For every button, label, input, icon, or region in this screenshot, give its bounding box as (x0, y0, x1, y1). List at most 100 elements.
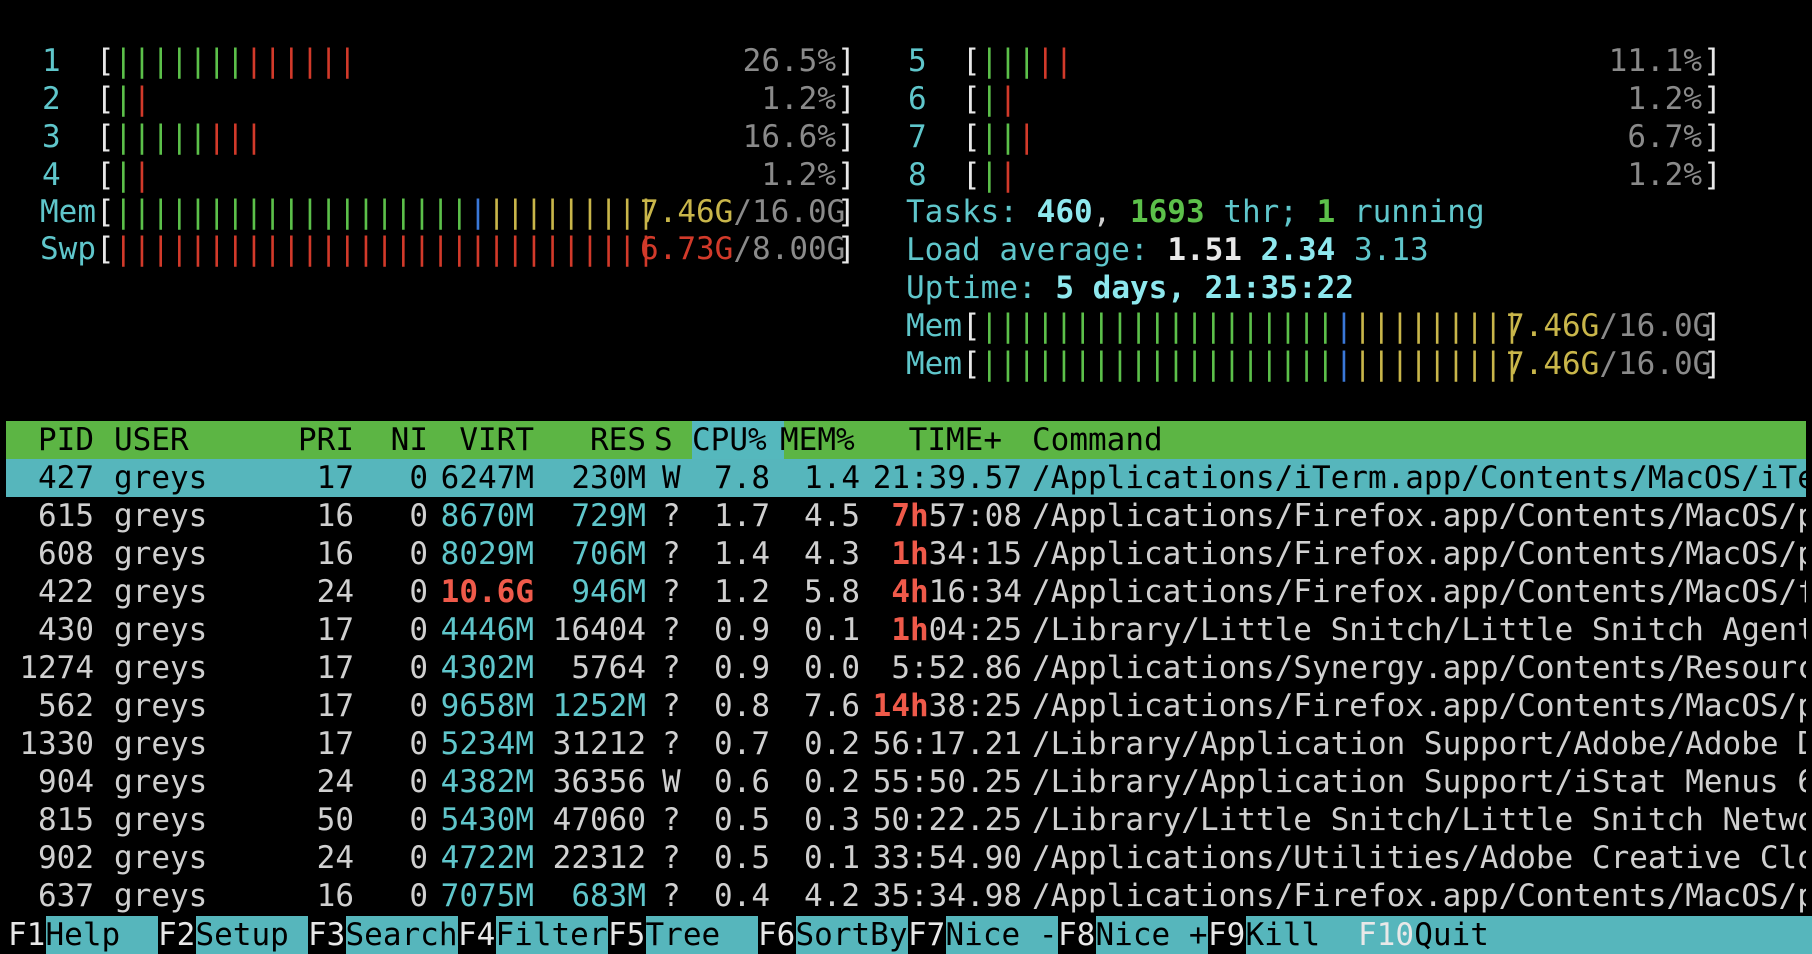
pri-cell: 17 (316, 460, 354, 496)
fkey-f6-label[interactable]: SortBy (795, 916, 908, 954)
cpu-bar: |||||||| (114, 119, 264, 155)
cpu-meter-7: 7[||| 6.7%] (908, 119, 1722, 155)
header-res[interactable]: RES (536, 421, 646, 459)
table-row[interactable]: 1274 greys 17 0 4302M 5764? 0.9 0.0 5:52.86/Appl… (6, 649, 1806, 687)
header-cpu[interactable]: CPU% (692, 421, 767, 459)
table-row[interactable]: 902 greys 24 0 4722M 22312? 0.5 0.1 33:54.90/App… (6, 839, 1806, 877)
command-cell: /Applications/Firefox.app/Contents/MacOS… (1032, 498, 1806, 534)
pid-cell: 637 (38, 878, 94, 914)
fkey-f3[interactable]: F3 (308, 916, 345, 954)
time-cell: 35:34.98 (872, 878, 1022, 914)
pid-cell: 1330 (19, 726, 94, 762)
fkey-f4-label[interactable]: Filter (495, 916, 608, 954)
memory-meter-right-2: Mem [ ||||||||||||||||||||||||||||| 7.46… (906, 346, 1722, 382)
mem-cell: 0.0 (804, 650, 860, 686)
table-row[interactable]: 637 greys 16 0 7075M 683M? 0.4 4.2 35:34.98/Appl… (6, 877, 1806, 915)
user-cell: greys (114, 498, 208, 534)
cpu-number: 1 (42, 43, 61, 79)
cpu-meter-1: 1[||||||||||||| 26.5%] (42, 43, 856, 79)
header-virt[interactable]: VIRT (436, 421, 534, 459)
time-cell: 1h04:25 (891, 612, 1022, 648)
pid-cell: 815 (38, 802, 94, 838)
table-row[interactable]: 422 greys 24 0 10.6G 946M? 1.2 5.8 4h16:34/Appli… (6, 573, 1806, 611)
fkey-f5-label[interactable]: Tree (645, 916, 758, 954)
fkey-f9[interactable]: F9 (1208, 916, 1245, 954)
virt-cell: 7075M (440, 878, 534, 914)
table-row[interactable]: 615 greys 16 0 8670M 729M? 1.7 4.5 7h57:08/Appli… (6, 497, 1806, 535)
cpu-value: 16.6% (742, 119, 836, 155)
virt-cell: 4446M (440, 612, 534, 648)
fkey-f2[interactable]: F2 (158, 916, 195, 954)
table-row-selected[interactable]: 427 greys 17 0 6247M 230M W 7.8 1.4 21:39.57/Appl… (6, 459, 1806, 497)
table-row[interactable]: 904 greys 24 0 4382M 36356 W 0.6 0.2 55:50.25/Lib… (6, 763, 1806, 801)
res-cell: 22312 (552, 840, 646, 876)
header-mem[interactable]: MEM% (780, 421, 855, 459)
table-row[interactable]: 815 greys 50 0 5430M 47060? 0.5 0.3 50:22.25/Lib… (6, 801, 1806, 839)
pid-cell: 902 (38, 840, 94, 876)
command-cell: /Applications/Synergy.app/Contents/Resou… (1032, 650, 1806, 686)
table-row[interactable]: 562 greys 17 0 9658M 1252M? 0.8 7.6 14h38:25/App… (6, 687, 1806, 725)
mem-cell: 1.4 (804, 460, 860, 496)
virt-cell: 4302M (440, 650, 534, 686)
user-cell: greys (114, 536, 208, 572)
fkey-f7[interactable]: F7 (908, 916, 945, 954)
res-cell: 5764 (571, 650, 646, 686)
fkey-f3-label[interactable]: Search (345, 916, 458, 954)
fkey-f7-label[interactable]: Nice - (945, 916, 1058, 954)
memory-meter-right-1: Mem [ ||||||||||||||||||||||||||||| 7.46… (906, 308, 1722, 344)
pid-cell: 608 (38, 536, 94, 572)
pri-cell: 17 (316, 612, 354, 648)
swap-bracket-close: ] (837, 231, 856, 267)
table-row[interactable]: 430 greys 17 0 4446M 16404? 0.9 0.1 1h04:25/Libr… (6, 611, 1806, 649)
fkey-f9-label[interactable]: Kill (1245, 916, 1358, 954)
load-average-line: Load average: 1.51 2.34 3.13 (906, 232, 1429, 268)
ni-cell: 0 (409, 840, 428, 876)
res-cell: 31212 (552, 726, 646, 762)
pri-cell: 17 (316, 726, 354, 762)
header-ni[interactable]: NI (364, 421, 428, 459)
header-time[interactable]: TIME+ (866, 421, 1002, 459)
fkey-f10-label[interactable]: Quit (1414, 916, 1527, 954)
time-cell: 5:52.86 (891, 650, 1022, 686)
ni-cell: 0 (409, 688, 428, 724)
user-cell: greys (114, 802, 208, 838)
memory-bracket-open: [ (96, 194, 115, 230)
header-pri[interactable]: PRI (276, 421, 354, 459)
fkey-f6[interactable]: F6 (758, 916, 795, 954)
fkey-f4[interactable]: F4 (458, 916, 495, 954)
fkey-f10[interactable]: F10 (1358, 916, 1414, 954)
ni-cell: 0 (409, 802, 428, 838)
cpu-cell: 1.7 (714, 498, 770, 534)
cpu-meter-3: 3[|||||||| 16.6%] (42, 119, 856, 155)
fkey-f2-label[interactable]: Setup (195, 916, 308, 954)
fkey-f5[interactable]: F5 (608, 916, 645, 954)
mem-cell: 4.2 (804, 878, 860, 914)
virt-cell: 5430M (440, 802, 534, 838)
table-row[interactable]: 1330 greys 17 0 5234M 31212? 0.7 0.2 56:17.21/Li… (6, 725, 1806, 763)
header-command[interactable]: Command (1032, 421, 1163, 459)
virt-cell: 9658M (440, 688, 534, 724)
fkey-f1-label[interactable]: Help (45, 916, 158, 954)
pri-cell: 16 (316, 498, 354, 534)
cpu-cell: 0.4 (714, 878, 770, 914)
cpu-bar: ||||| (980, 43, 1074, 79)
mem-cell: 5.8 (804, 574, 860, 610)
cpu-bar: || (980, 157, 1018, 193)
pri-cell: 24 (316, 764, 354, 800)
header-pid[interactable]: PID (6, 421, 94, 459)
state-cell: W (662, 764, 681, 800)
header-user[interactable]: USER (114, 421, 189, 459)
time-cell: 21:39.57 (872, 460, 1022, 496)
state-cell: ? (662, 536, 681, 572)
fkey-f8-label[interactable]: Nice + (1095, 916, 1208, 954)
mem-cell: 4.3 (804, 536, 860, 572)
table-row[interactable]: 608 greys 16 0 8029M 706M? 1.4 4.3 1h34:15/Appli… (6, 535, 1806, 573)
user-cell: greys (114, 688, 208, 724)
fkey-f1[interactable]: F1 (8, 916, 45, 954)
memory-bar: ||||||||||||||||||||||||||||| (114, 194, 656, 230)
fkey-f8[interactable]: F8 (1058, 916, 1095, 954)
state-cell: ? (662, 802, 681, 838)
res-cell: 230M (571, 460, 646, 496)
pid-cell: 430 (38, 612, 94, 648)
header-state[interactable]: S (654, 421, 673, 459)
